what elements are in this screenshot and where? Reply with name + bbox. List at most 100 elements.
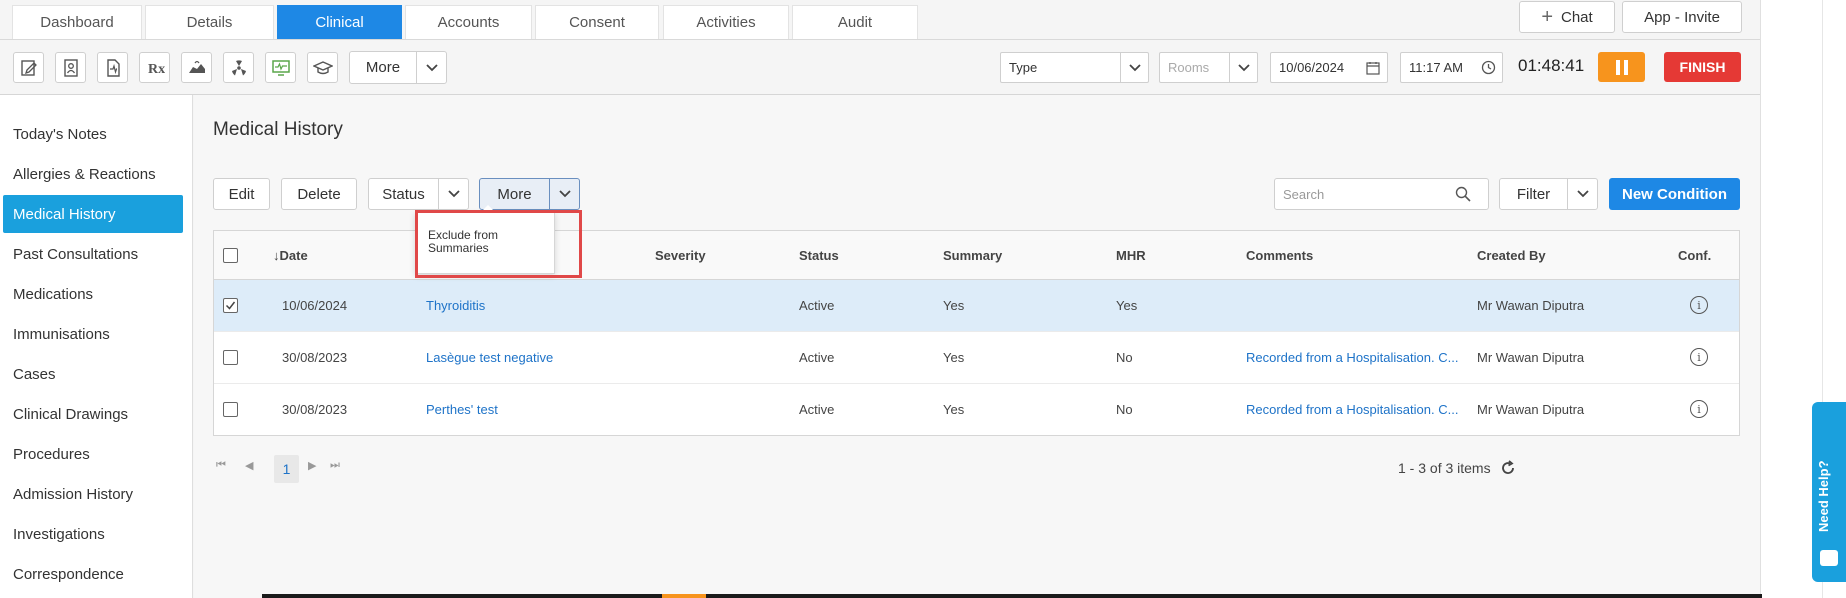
column-header-mhr[interactable]: MHR: [1116, 248, 1146, 263]
plus-icon: +: [1541, 6, 1553, 28]
svg-text:Rx: Rx: [148, 62, 165, 77]
table-row[interactable]: 30/08/2023 Perthes' test Active Yes No R…: [214, 384, 1739, 436]
time-picker[interactable]: 11:17 AM: [1400, 52, 1503, 83]
info-icon[interactable]: i: [1690, 348, 1708, 366]
row-checkbox[interactable]: [223, 402, 238, 417]
delete-button[interactable]: Delete: [281, 178, 357, 210]
chat-button[interactable]: + Chat: [1519, 1, 1615, 33]
column-header-date[interactable]: ↓Date: [273, 248, 308, 263]
type-select[interactable]: Type: [1000, 52, 1149, 83]
rooms-select[interactable]: Rooms: [1159, 52, 1258, 83]
edit-button[interactable]: Edit: [213, 178, 270, 210]
row-checkbox[interactable]: [223, 298, 238, 313]
chevron-down-icon[interactable]: [416, 52, 446, 83]
row-comments[interactable]: Recorded from a Hospitalisation. C...: [1246, 402, 1458, 417]
type-select-value: Type: [1009, 60, 1038, 75]
row-created-by: Mr Wawan Diputra: [1477, 350, 1585, 365]
column-header-created-by[interactable]: Created By: [1477, 248, 1546, 263]
sidebar-item-cases[interactable]: Cases: [3, 355, 183, 393]
chevron-down-icon: [1120, 53, 1148, 82]
column-header-conf[interactable]: Conf.: [1678, 248, 1711, 263]
column-header-severity[interactable]: Severity: [655, 248, 706, 263]
sidebar-item-todays-notes[interactable]: Today's Notes: [3, 115, 183, 153]
chevron-down-icon[interactable]: [1567, 179, 1597, 209]
column-header-summary[interactable]: Summary: [943, 248, 1002, 263]
tab-accounts[interactable]: Accounts: [405, 5, 532, 39]
new-condition-button[interactable]: New Condition: [1609, 178, 1740, 210]
sidebar-item-medical-history[interactable]: Medical History: [3, 195, 183, 233]
refresh-icon[interactable]: [1498, 458, 1518, 478]
row-created-by: Mr Wawan Diputra: [1477, 402, 1585, 417]
exclude-from-summaries-item[interactable]: Exclude from Summaries: [428, 229, 538, 255]
tab-clinical[interactable]: Clinical: [277, 5, 402, 39]
chevron-down-icon: [1229, 53, 1257, 82]
row-summary: Yes: [943, 350, 965, 365]
monitor-icon[interactable]: [265, 52, 296, 83]
radiation-icon[interactable]: [223, 52, 254, 83]
tab-details[interactable]: Details: [145, 5, 274, 39]
chevron-down-icon[interactable]: [549, 179, 579, 209]
info-icon[interactable]: i: [1690, 296, 1708, 314]
last-page-icon[interactable]: ⏭: [330, 459, 340, 472]
document-chart-icon[interactable]: [97, 52, 128, 83]
sidebar-item-clinical-drawings[interactable]: Clinical Drawings: [3, 395, 183, 433]
filter-dropdown[interactable]: Filter: [1499, 178, 1598, 210]
search-icon[interactable]: [1455, 186, 1471, 202]
notes-icon[interactable]: [13, 52, 44, 83]
search-input[interactable]: [1275, 186, 1455, 202]
row-condition-link[interactable]: Perthes' test: [426, 402, 498, 417]
chevron-down-icon[interactable]: [438, 179, 468, 209]
tab-audit[interactable]: Audit: [792, 5, 918, 39]
sidebar-item-procedures[interactable]: Procedures: [3, 435, 183, 473]
tab-activities[interactable]: Activities: [663, 5, 789, 39]
row-date: 10/06/2024: [282, 298, 348, 313]
graduation-cap-icon[interactable]: [307, 52, 338, 83]
sidebar-item-immunisations[interactable]: Immunisations: [3, 315, 183, 353]
medical-history-panel: Medical History Edit Delete Status More …: [194, 95, 1760, 598]
sidebar-item-past-consultations[interactable]: Past Consultations: [3, 235, 183, 273]
finish-button[interactable]: FINISH: [1664, 52, 1741, 82]
prev-page-icon[interactable]: ◀: [245, 459, 253, 472]
row-condition-link[interactable]: Thyroiditis: [426, 298, 485, 313]
column-header-comments[interactable]: Comments: [1246, 248, 1313, 263]
table-row[interactable]: 30/08/2023 Lasègue test negative Active …: [214, 332, 1739, 384]
filter-dropdown-label: Filter: [1516, 185, 1551, 203]
status-dropdown-label: Status: [382, 185, 425, 203]
sidebar-item-allergies[interactable]: Allergies & Reactions: [3, 155, 183, 193]
prescription-icon[interactable]: Rx: [139, 52, 170, 83]
hands-icon[interactable]: [181, 52, 212, 83]
sidebar-item-medications[interactable]: Medications: [3, 275, 183, 313]
sidebar-item-investigations[interactable]: Investigations: [3, 515, 183, 553]
tab-consent[interactable]: Consent: [535, 5, 659, 39]
column-header-status[interactable]: Status: [799, 248, 839, 263]
table-row[interactable]: 10/06/2024 Thyroiditis Active Yes Yes Mr…: [214, 280, 1739, 332]
row-comments[interactable]: Recorded from a Hospitalisation. C...: [1246, 350, 1458, 365]
toolbar-more-dropdown[interactable]: More: [349, 51, 447, 84]
pause-icon-bar: [1615, 59, 1620, 75]
row-checkbox[interactable]: [223, 350, 238, 365]
date-picker[interactable]: 10/06/2024: [1270, 52, 1388, 83]
pause-button[interactable]: [1598, 52, 1645, 82]
sidebar-item-correspondence[interactable]: Correspondence: [3, 555, 183, 593]
bottom-bar: [262, 594, 1762, 598]
row-condition-link[interactable]: Lasègue test negative: [426, 350, 553, 365]
select-all-checkbox[interactable]: [223, 248, 238, 263]
info-icon[interactable]: i: [1690, 400, 1708, 418]
need-help-label: Need Help?: [1816, 460, 1831, 532]
status-dropdown[interactable]: Status: [368, 178, 469, 210]
pause-icon-bar: [1623, 59, 1628, 75]
next-page-icon[interactable]: ▶: [308, 459, 316, 472]
date-value: 10/06/2024: [1279, 60, 1345, 75]
clinical-toolbar: Rx More Type Rooms 10/06/2024 11:17 AM: [0, 40, 1760, 95]
tab-dashboard[interactable]: Dashboard: [12, 5, 142, 39]
app-invite-button[interactable]: App - Invite: [1622, 1, 1742, 33]
patient-file-icon[interactable]: [55, 52, 86, 83]
row-date: 30/08/2023: [282, 402, 348, 417]
calendar-icon[interactable]: [1359, 53, 1387, 82]
clock-icon[interactable]: [1474, 53, 1502, 82]
need-help-tab[interactable]: Need Help?: [1812, 402, 1846, 582]
first-page-icon[interactable]: ⏮: [216, 459, 226, 472]
row-status: Active: [799, 350, 835, 365]
page-number[interactable]: 1: [274, 455, 299, 483]
sidebar-item-admission-history[interactable]: Admission History: [3, 475, 183, 513]
